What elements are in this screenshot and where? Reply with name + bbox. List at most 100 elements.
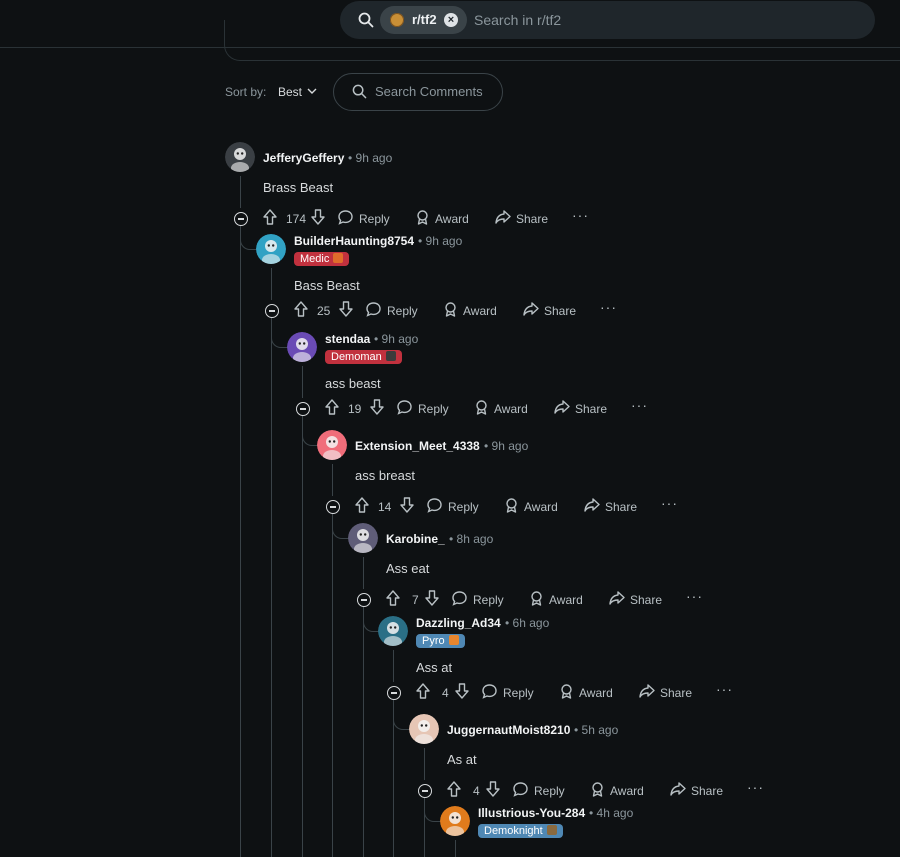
award-label: Award: [549, 593, 583, 607]
thread-line[interactable]: [332, 513, 333, 857]
reply-button[interactable]: [337, 208, 354, 226]
username[interactable]: JefferyGeffery: [263, 151, 344, 165]
username[interactable]: Karobine_: [386, 532, 445, 546]
downvote-icon[interactable]: [485, 780, 501, 798]
share-button[interactable]: [638, 682, 656, 700]
upvote-icon[interactable]: [324, 398, 340, 416]
upvote-icon[interactable]: [293, 300, 309, 318]
thread-line[interactable]: [240, 176, 241, 208]
comment-actions: 4 Reply Award Share ···: [387, 681, 787, 704]
thread-line[interactable]: [455, 840, 456, 857]
more-options-button[interactable]: ···: [716, 681, 733, 697]
downvote-icon[interactable]: [424, 589, 440, 607]
vote-score: 4: [473, 784, 480, 798]
thread-line[interactable]: [363, 606, 364, 857]
more-options-button[interactable]: ···: [631, 397, 648, 413]
reply-button[interactable]: [365, 300, 382, 318]
more-options-button[interactable]: ···: [661, 495, 678, 511]
more-options-button[interactable]: ···: [686, 588, 703, 604]
username[interactable]: Dazzling_Ad34: [416, 616, 501, 630]
avatar[interactable]: [348, 523, 378, 553]
avatar[interactable]: [287, 332, 317, 362]
avatar[interactable]: [409, 714, 439, 744]
comment-time: • 9h ago: [348, 151, 393, 165]
comment-actions: 4 Reply Award Share ···: [418, 779, 818, 802]
reply-button[interactable]: [512, 780, 529, 798]
reply-button[interactable]: [426, 496, 443, 514]
username[interactable]: Illustrious-You-284: [478, 806, 585, 820]
thread-line[interactable]: [332, 464, 333, 496]
share-label: Share: [691, 784, 724, 798]
avatar[interactable]: [317, 430, 347, 460]
upvote-icon[interactable]: [385, 589, 401, 607]
share-button[interactable]: [669, 780, 687, 798]
username[interactable]: stendaa: [325, 332, 370, 346]
award-button[interactable]: [503, 496, 520, 514]
thread-line[interactable]: [393, 650, 394, 682]
share-button[interactable]: [522, 300, 540, 318]
downvote-icon[interactable]: [369, 398, 385, 416]
comment-time: • 6h ago: [505, 616, 550, 630]
avatar[interactable]: [256, 234, 286, 264]
thread-line[interactable]: [271, 317, 272, 857]
flair-emoji-icon: [448, 635, 459, 645]
upvote-icon[interactable]: [262, 208, 278, 226]
chevron-down-icon[interactable]: [307, 87, 317, 95]
flair-emoji-icon: [385, 351, 396, 361]
award-button[interactable]: [414, 208, 431, 226]
comment-body: Bass Beast: [294, 278, 360, 293]
thread-line[interactable]: [271, 268, 272, 300]
comment-actions: 25 Reply Award Share ···: [265, 299, 665, 322]
thread-line[interactable]: [240, 225, 241, 857]
award-button[interactable]: [589, 780, 606, 798]
comment-time: • 8h ago: [449, 532, 494, 546]
reply-button[interactable]: [396, 398, 413, 416]
more-options-button[interactable]: ···: [747, 779, 764, 795]
avatar[interactable]: [378, 616, 408, 646]
collapse-button[interactable]: [265, 304, 279, 318]
collapse-button[interactable]: [387, 686, 401, 700]
reply-button[interactable]: [451, 589, 468, 607]
reply-button[interactable]: [481, 682, 498, 700]
share-button[interactable]: [608, 589, 626, 607]
award-button[interactable]: [558, 682, 575, 700]
share-button[interactable]: [494, 208, 512, 226]
upvote-icon[interactable]: [354, 496, 370, 514]
avatar[interactable]: [225, 142, 255, 172]
upvote-icon[interactable]: [415, 682, 431, 700]
award-label: Award: [610, 784, 644, 798]
sort-dropdown[interactable]: Best: [278, 85, 302, 99]
share-button[interactable]: [583, 496, 601, 514]
collapse-button[interactable]: [326, 500, 340, 514]
username[interactable]: BuilderHaunting8754: [294, 234, 414, 248]
avatar[interactable]: [440, 806, 470, 836]
downvote-icon[interactable]: [399, 496, 415, 514]
award-button[interactable]: [473, 398, 490, 416]
downvote-icon[interactable]: [310, 208, 326, 226]
collapse-button[interactable]: [418, 784, 432, 798]
reply-label: Reply: [387, 304, 418, 318]
comment-search-input[interactable]: Search Comments: [333, 73, 503, 111]
username[interactable]: Extension_Meet_4338: [355, 439, 480, 453]
username[interactable]: JuggernautMoist8210: [447, 723, 570, 737]
share-button[interactable]: [553, 398, 571, 416]
comment-actions: 174 Reply Award Share ···: [234, 207, 634, 230]
more-options-button[interactable]: ···: [572, 207, 589, 223]
collapse-button[interactable]: [234, 212, 248, 226]
user-flair: Demoknight: [478, 824, 563, 838]
share-label: Share: [660, 686, 693, 700]
thread-line[interactable]: [363, 557, 364, 589]
thread-line[interactable]: [424, 797, 425, 857]
reply-label: Reply: [359, 212, 390, 226]
collapse-button[interactable]: [296, 402, 310, 416]
thread-line[interactable]: [424, 748, 425, 780]
downvote-icon[interactable]: [454, 682, 470, 700]
award-button[interactable]: [442, 300, 459, 318]
collapse-button[interactable]: [357, 593, 371, 607]
downvote-icon[interactable]: [338, 300, 354, 318]
thread-line[interactable]: [302, 366, 303, 398]
award-button[interactable]: [528, 589, 545, 607]
thread-line[interactable]: [302, 415, 303, 857]
more-options-button[interactable]: ···: [600, 299, 617, 315]
upvote-icon[interactable]: [446, 780, 462, 798]
